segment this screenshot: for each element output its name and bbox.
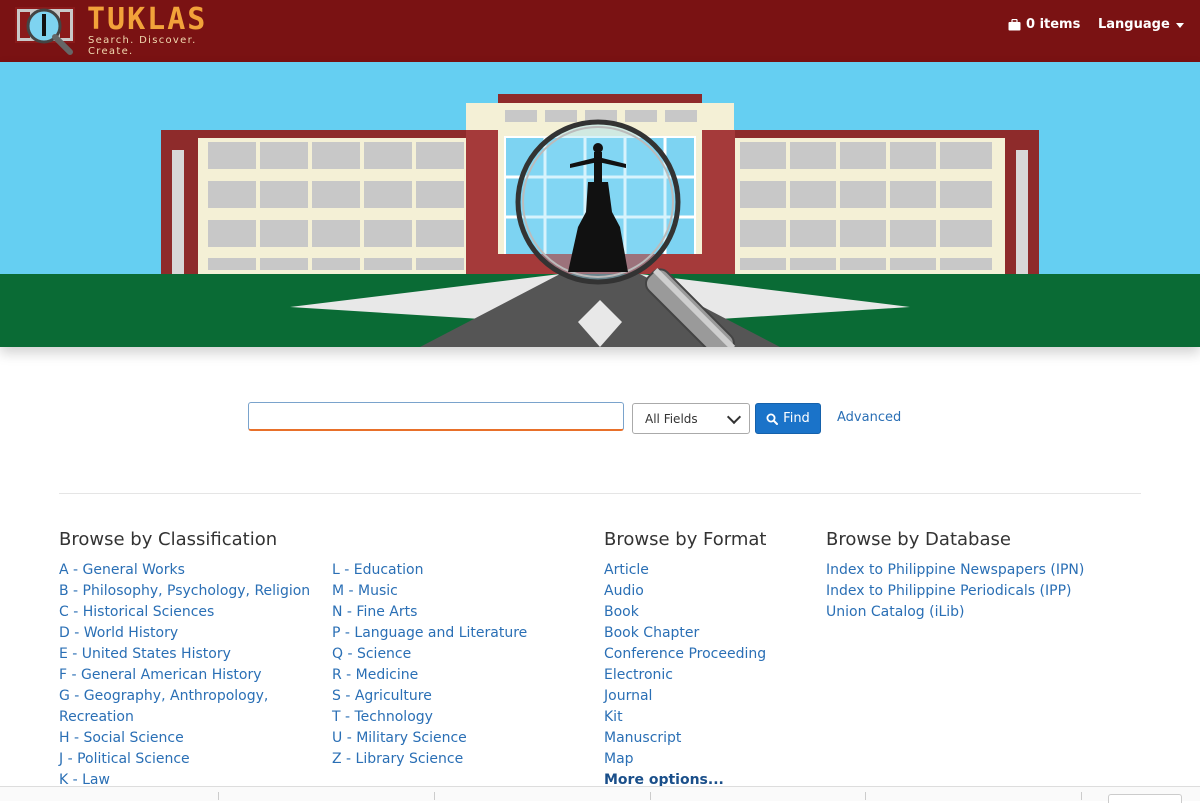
top-navbar: TUKLAS Search. Discover. Create. 0 items… — [0, 0, 1200, 62]
briefcase-icon — [1008, 18, 1021, 30]
footer-separator — [1081, 792, 1082, 800]
classification-link[interactable]: Z - Library Science — [332, 749, 572, 770]
logo-building-magnifier-icon — [15, 7, 75, 55]
format-list: Article Audio Book Book Chapter Conference P… — [604, 560, 804, 791]
advanced-search-link[interactable]: Advanced — [837, 410, 901, 425]
footer-separator — [434, 792, 435, 800]
brand-title: TUKLAS — [87, 2, 208, 37]
search-field-select[interactable]: All Fields — [632, 403, 750, 434]
footer-separator — [865, 792, 866, 800]
classification-link[interactable]: B - Philosophy, Psychology, Religion — [59, 581, 319, 602]
classification-link[interactable]: R - Medicine — [332, 665, 572, 686]
find-label: Find — [783, 411, 810, 426]
format-link[interactable]: Kit — [604, 707, 804, 728]
classification-link[interactable]: Q - Science — [332, 644, 572, 665]
classification-link[interactable]: H - Social Science — [59, 728, 319, 749]
format-link[interactable]: Audio — [604, 581, 804, 602]
find-button[interactable]: Find — [755, 403, 821, 434]
database-link[interactable]: Index to Philippine Newspapers (IPN) — [826, 560, 1126, 581]
browse-format-heading: Browse by Format — [604, 529, 767, 550]
search-icon — [766, 413, 779, 425]
classification-link[interactable]: U - Military Science — [332, 728, 572, 749]
search-field-selected: All Fields — [645, 411, 698, 426]
classification-link[interactable]: T - Technology — [332, 707, 572, 728]
classification-link[interactable]: P - Language and Literature — [332, 623, 572, 644]
classification-link[interactable]: M - Music — [332, 581, 572, 602]
classification-link[interactable]: E - United States History — [59, 644, 319, 665]
classification-link[interactable]: N - Fine Arts — [332, 602, 572, 623]
classification-link[interactable]: C - Historical Sciences — [59, 602, 319, 623]
classification-link[interactable]: G - Geography, Anthropology, Recreation — [59, 686, 319, 728]
hero-banner — [0, 62, 1200, 347]
database-link[interactable]: Index to Philippine Periodicals (IPP) — [826, 581, 1126, 602]
classification-link[interactable]: F - General American History — [59, 665, 319, 686]
caret-down-icon — [1175, 23, 1184, 28]
classification-link[interactable]: A - General Works — [59, 560, 319, 581]
section-divider — [59, 493, 1141, 494]
classification-link[interactable]: S - Agriculture — [332, 686, 572, 707]
format-link[interactable]: Book Chapter — [604, 623, 804, 644]
footer-separator — [218, 792, 219, 800]
format-link[interactable]: Article — [604, 560, 804, 581]
format-link[interactable]: Conference Proceeding — [604, 644, 804, 665]
format-link[interactable]: Book — [604, 602, 804, 623]
browse-database-heading: Browse by Database — [826, 529, 1011, 550]
classification-list-col2: L - Education M - Music N - Fine Arts P - L… — [332, 560, 572, 770]
footer-separator — [650, 792, 651, 800]
format-link[interactable]: Manuscript — [604, 728, 804, 749]
footer-bar — [0, 786, 1200, 801]
format-link[interactable]: Journal — [604, 686, 804, 707]
search-input[interactable] — [248, 402, 624, 431]
database-link[interactable]: Union Catalog (iLib) — [826, 602, 1126, 623]
language-dropdown[interactable]: Language — [1098, 17, 1184, 32]
site-logo[interactable]: TUKLAS Search. Discover. Create. — [14, 2, 244, 58]
footer-button[interactable] — [1108, 794, 1182, 803]
cart-count-label: 0 items — [1026, 17, 1081, 32]
hero-illustration — [0, 62, 1200, 347]
classification-link[interactable]: D - World History — [59, 623, 319, 644]
brand-tagline: Search. Discover. Create. — [88, 35, 197, 57]
format-link[interactable]: Electronic — [604, 665, 804, 686]
classification-list-col1: A - General Works B - Philosophy, Psychol… — [59, 560, 319, 791]
chevron-down-icon — [726, 409, 742, 424]
classification-link[interactable]: L - Education — [332, 560, 572, 581]
browse-classification-heading: Browse by Classification — [59, 529, 278, 550]
format-link[interactable]: Map — [604, 749, 804, 770]
classification-link[interactable]: J - Political Science — [59, 749, 319, 770]
cart-link[interactable]: 0 items — [1008, 17, 1080, 32]
language-label: Language — [1098, 17, 1170, 32]
database-list: Index to Philippine Newspapers (IPN) Inde… — [826, 560, 1126, 623]
